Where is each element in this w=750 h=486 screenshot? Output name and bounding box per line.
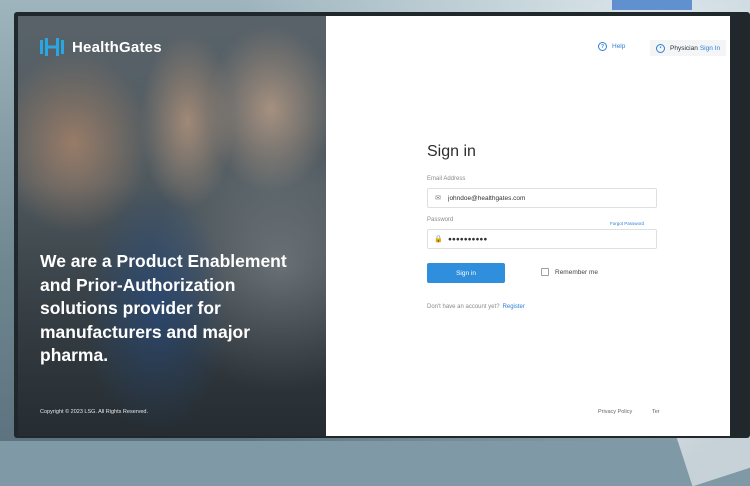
mail-icon: ✉ (435, 195, 441, 202)
page-title: Sign in (427, 143, 476, 160)
register-prompt-text: Don't have an account yet? (427, 304, 500, 310)
email-field[interactable]: ✉ (427, 188, 657, 208)
forgot-password-link[interactable]: Forgot Password (610, 221, 644, 226)
login-screen: HealthGates We are a Product Enablement … (18, 16, 730, 436)
physician-label: Physician (670, 44, 698, 52)
remember-me[interactable]: Remember me (541, 268, 598, 276)
terms-link[interactable]: Ter (652, 409, 660, 415)
user-circle-icon: • (656, 43, 665, 53)
window-blind (612, 0, 692, 10)
hero-panel: HealthGates We are a Product Enablement … (18, 16, 326, 436)
privacy-policy-link[interactable]: Privacy Policy (598, 409, 632, 415)
help-circle-icon: ? (598, 42, 607, 51)
physician-signin-button[interactable]: • Physician Sign In (650, 40, 727, 56)
email-label: Email Address (427, 176, 466, 182)
healthgates-logo-icon (40, 38, 64, 56)
help-label: Help (612, 43, 626, 50)
help-link[interactable]: ? Help (598, 42, 625, 51)
register-prompt: Don't have an account yet? Register (427, 304, 525, 310)
signin-button[interactable]: Sign in (427, 263, 505, 283)
copyright-text: Copyright © 2023 LSG. All Rights Reserve… (40, 409, 148, 415)
login-panel: ? Help • Physician Sign In Sign in Email… (326, 16, 730, 436)
brand-name: HealthGates (72, 38, 162, 56)
remember-checkbox[interactable] (541, 268, 549, 276)
brand-logo[interactable]: HealthGates (40, 38, 162, 56)
hero-headline: We are a Product Enablement and Prior-Au… (40, 251, 287, 365)
password-field[interactable]: 🔒 (427, 229, 657, 249)
password-label: Password (427, 217, 454, 223)
lock-icon: 🔒 (434, 236, 443, 243)
email-input[interactable] (448, 194, 638, 202)
remember-label: Remember me (555, 268, 598, 276)
register-link[interactable]: Register (503, 304, 525, 310)
physician-signin-link[interactable]: Sign In (700, 45, 720, 52)
password-input[interactable] (448, 235, 638, 243)
